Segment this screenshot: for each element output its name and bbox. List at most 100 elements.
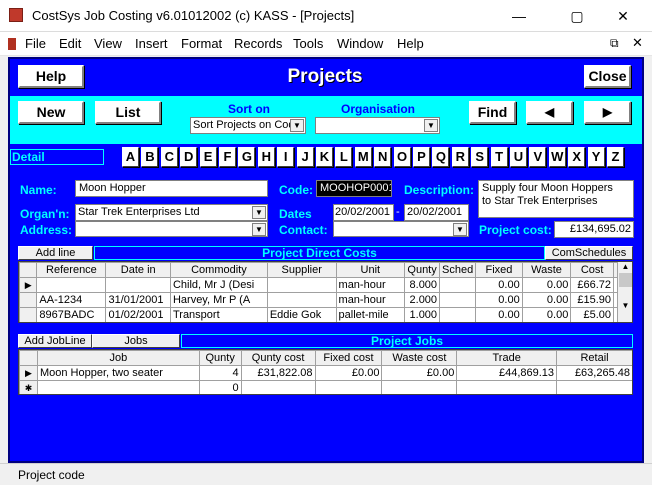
- letter-button-d[interactable]: D: [180, 147, 198, 167]
- direct-costs-scrollbar[interactable]: ▲ ▼: [617, 262, 632, 322]
- menu-view[interactable]: View: [94, 36, 122, 51]
- cell-waste[interactable]: 0.00: [521, 292, 572, 308]
- cell-trade[interactable]: £44,869.13: [456, 365, 558, 381]
- column-header[interactable]: Date in: [105, 262, 171, 278]
- add-jobline-button[interactable]: Add JobLine: [18, 334, 92, 348]
- cell-fixed[interactable]: 0.00: [475, 307, 523, 322]
- cell-job[interactable]: Moon Hopper, two seater: [36, 365, 200, 381]
- cell-unit[interactable]: man-hour: [335, 277, 406, 293]
- chevron-down-icon[interactable]: ▼: [424, 119, 438, 132]
- menu-insert[interactable]: Insert: [135, 36, 168, 51]
- letter-button-w[interactable]: W: [548, 147, 566, 167]
- column-header[interactable]: Job: [36, 350, 200, 366]
- column-header[interactable]: Waste cost: [381, 350, 458, 366]
- cell-commodity[interactable]: Harvey, Mr P (A: [169, 292, 268, 308]
- chevron-down-icon[interactable]: ▼: [453, 223, 467, 236]
- cell-qunty[interactable]: 0: [198, 380, 242, 394]
- row-selector[interactable]: [19, 292, 38, 308]
- table-row[interactable]: ▶ Moon Hopper, two seater 4 £31,822.08 £0.00…: [19, 365, 632, 381]
- letter-button-y[interactable]: Y: [587, 147, 605, 167]
- close-window-icon[interactable]: ✕: [600, 0, 646, 32]
- cell-sched[interactable]: [439, 277, 477, 293]
- cell-date-in[interactable]: [105, 277, 171, 293]
- cell-waste-cost[interactable]: £0.00: [381, 365, 458, 381]
- cell-unit[interactable]: pallet-mile: [335, 307, 406, 322]
- column-header[interactable]: Retail: [556, 350, 632, 366]
- letter-button-z[interactable]: Z: [607, 147, 624, 167]
- close-child-icon[interactable]: ✕: [632, 35, 643, 51]
- minimize-icon[interactable]: —: [496, 0, 542, 32]
- column-header[interactable]: Supplier: [266, 262, 337, 278]
- cell-qunty-cost[interactable]: £31,822.08: [240, 365, 316, 381]
- column-header[interactable]: Waste: [521, 262, 572, 278]
- detail-tab[interactable]: Detail: [10, 149, 104, 165]
- cell-fixed[interactable]: 0.00: [475, 277, 523, 293]
- description-field[interactable]: Supply four Moon Hoppers to Star Trek En…: [478, 180, 634, 218]
- next-record-button[interactable]: ▶: [584, 101, 631, 124]
- maximize-icon[interactable]: ▢: [554, 0, 600, 32]
- organisation-select[interactable]: Star Trek Enterprises Ltd ▼: [75, 204, 268, 221]
- letter-button-a[interactable]: A: [122, 147, 139, 167]
- list-button[interactable]: List: [95, 101, 161, 124]
- cell-supplier[interactable]: [266, 277, 337, 293]
- column-header[interactable]: Qunty: [404, 262, 441, 278]
- table-row[interactable]: ✱ 0: [19, 380, 632, 394]
- cell-job[interactable]: [36, 380, 200, 394]
- help-button[interactable]: Help: [18, 65, 84, 88]
- cell-reference[interactable]: [36, 277, 107, 293]
- chevron-down-icon[interactable]: ▼: [252, 206, 266, 219]
- column-header[interactable]: Qunty: [198, 350, 242, 366]
- cell-qunty-cost[interactable]: [240, 380, 316, 394]
- comschedules-button[interactable]: ComSchedules: [545, 246, 633, 260]
- organisation-filter-select[interactable]: ▼: [315, 117, 440, 134]
- table-row[interactable]: ▶ Child, Mr J (Desi man-hour 8.000 0.00 0.00 £…: [19, 277, 619, 293]
- letter-button-j[interactable]: J: [296, 147, 314, 167]
- previous-record-button[interactable]: ◀: [526, 101, 573, 124]
- column-header[interactable]: Trade: [456, 350, 558, 366]
- scroll-up-icon[interactable]: ▲: [618, 262, 632, 271]
- column-header[interactable]: Unit: [335, 262, 406, 278]
- letter-button-b[interactable]: B: [141, 147, 159, 167]
- cell-cost[interactable]: £5.00: [570, 307, 614, 322]
- find-button[interactable]: Find: [469, 101, 516, 124]
- jobs-button[interactable]: Jobs: [92, 334, 180, 348]
- cell-date-in[interactable]: 01/02/2001: [105, 307, 171, 322]
- cell-reference[interactable]: 8967BADC: [36, 307, 107, 322]
- new-button[interactable]: New: [18, 101, 84, 124]
- column-header[interactable]: Reference: [36, 262, 107, 278]
- cell-retail[interactable]: £63,265.48: [556, 365, 632, 381]
- cell-waste-cost[interactable]: [381, 380, 458, 394]
- add-line-button[interactable]: Add line: [18, 246, 93, 260]
- chevron-down-icon[interactable]: ▼: [290, 119, 304, 132]
- cell-cost[interactable]: £66.72: [570, 277, 614, 293]
- cell-commodity[interactable]: Child, Mr J (Desi: [169, 277, 268, 293]
- cell-cost[interactable]: £15.90: [570, 292, 614, 308]
- menu-help[interactable]: Help: [397, 36, 424, 51]
- cell-fixed-cost[interactable]: £0.00: [314, 365, 383, 381]
- letter-button-v[interactable]: V: [529, 147, 547, 167]
- cell-qunty[interactable]: 1.000: [404, 307, 441, 322]
- cell-retail[interactable]: [556, 380, 632, 394]
- cell-fixed-cost[interactable]: [314, 380, 383, 394]
- cell-qunty[interactable]: 4: [198, 365, 242, 381]
- letter-button-h[interactable]: H: [257, 147, 275, 167]
- restore-icon[interactable]: ⧉: [610, 36, 619, 51]
- menu-format[interactable]: Format: [181, 36, 222, 51]
- column-header[interactable]: Fixed: [475, 262, 523, 278]
- cell-date-in[interactable]: 31/01/2001: [105, 292, 171, 308]
- letter-button-k[interactable]: K: [316, 147, 333, 167]
- cell-fixed[interactable]: 0.00: [475, 292, 523, 308]
- letter-button-s[interactable]: S: [471, 147, 489, 167]
- letter-button-c[interactable]: C: [160, 147, 178, 167]
- letter-button-i[interactable]: I: [277, 147, 295, 167]
- cell-trade[interactable]: [456, 380, 558, 394]
- column-header[interactable]: Sched: [439, 262, 477, 278]
- cell-qunty[interactable]: 8.000: [404, 277, 441, 293]
- letter-button-m[interactable]: M: [354, 147, 372, 167]
- column-header[interactable]: Fixed cost: [314, 350, 383, 366]
- letter-button-n[interactable]: N: [374, 147, 392, 167]
- cell-qunty[interactable]: 2.000: [404, 292, 441, 308]
- date-to-field[interactable]: 20/02/2001: [404, 204, 469, 221]
- cell-commodity[interactable]: Transport: [169, 307, 268, 322]
- letter-button-e[interactable]: E: [199, 147, 217, 167]
